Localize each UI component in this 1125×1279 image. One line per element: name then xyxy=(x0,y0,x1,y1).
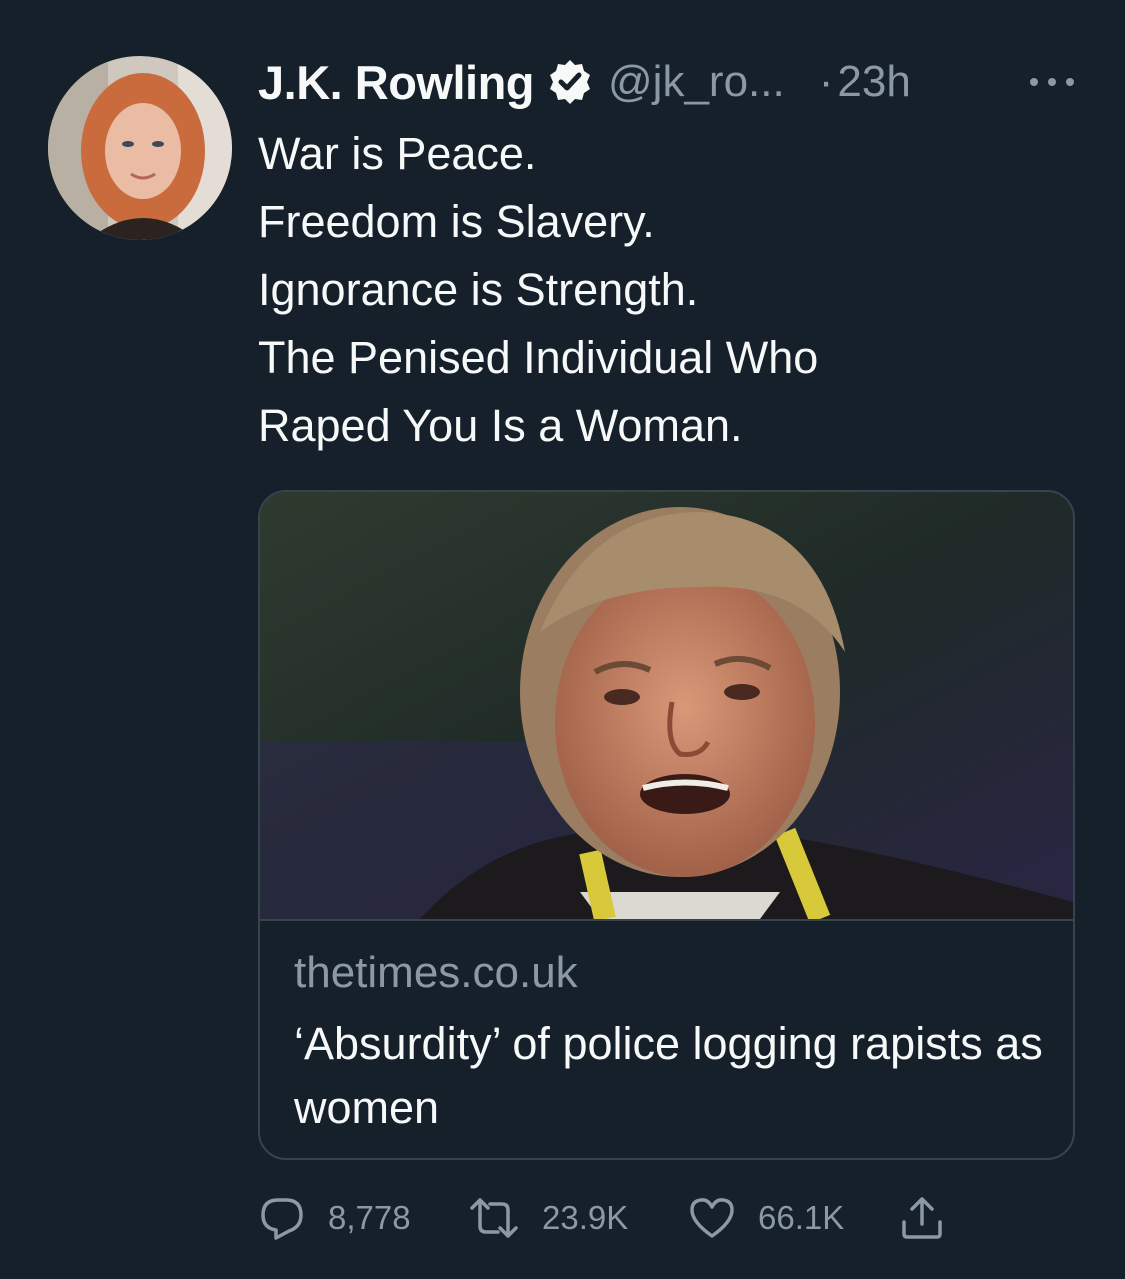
author-handle[interactable]: @jk_ro... xyxy=(608,57,785,107)
share-button[interactable] xyxy=(898,1190,946,1246)
heart-icon xyxy=(688,1194,736,1242)
tweet-text-line: The Penised Individual Who xyxy=(258,332,819,383)
tweet-actions: 8,778 23.9K 66.1K xyxy=(258,1190,1078,1246)
tweet-header: J.K. Rowling @jk_ro... · 23h xyxy=(258,52,1088,112)
tweet-text: War is Peace. Freedom is Slavery. Ignora… xyxy=(258,120,1078,460)
link-card-title: ‘Absurdity’ of police logging rapists as… xyxy=(294,1018,1043,1133)
reply-icon xyxy=(258,1194,306,1242)
tweet-text-line: Raped You Is a Woman. xyxy=(258,400,743,451)
link-card-image[interactable] xyxy=(260,492,1073,921)
more-options-icon[interactable] xyxy=(1030,72,1074,92)
avatar[interactable] xyxy=(48,56,232,240)
reply-button[interactable]: 8,778 xyxy=(258,1190,411,1246)
tweet-text-line: Freedom is Slavery. xyxy=(258,196,655,247)
reply-count: 8,778 xyxy=(328,1199,411,1236)
retweet-count: 23.9K xyxy=(542,1199,629,1236)
separator-dot: · xyxy=(818,57,834,106)
tweet[interactable]: J.K. Rowling @jk_ro... · 23h War is Peac… xyxy=(0,0,1125,1279)
like-count: 66.1K xyxy=(758,1199,845,1236)
author-display-name[interactable]: J.K. Rowling xyxy=(258,55,535,110)
tweet-text-line: Ignorance is Strength. xyxy=(258,264,699,315)
retweet-icon xyxy=(468,1194,520,1242)
retweet-button[interactable]: 23.9K xyxy=(468,1190,628,1246)
link-card[interactable]: thetimes.co.uk ‘Absurdity’ of police log… xyxy=(258,490,1075,1160)
verified-badge-icon xyxy=(546,58,594,106)
tweet-text-line: War is Peace. xyxy=(258,128,537,179)
link-card-domain: thetimes.co.uk xyxy=(294,948,578,997)
share-icon xyxy=(898,1194,946,1242)
like-button[interactable]: 66.1K xyxy=(688,1190,844,1246)
tweet-timestamp[interactable]: 23h xyxy=(837,57,910,107)
